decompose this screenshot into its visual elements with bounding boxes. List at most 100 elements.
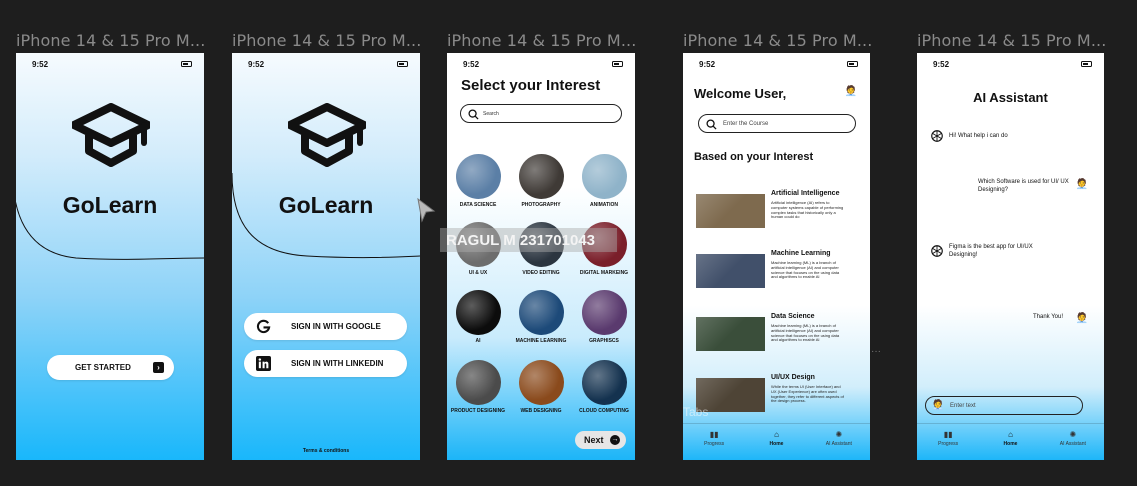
interest-thumbnail (455, 154, 501, 199)
tab-ai-assistant[interactable]: ✺ AI Assistant (814, 430, 864, 460)
assistant-screen-frame[interactable]: 9:52 AI Assistant Hi! What help i can do… (917, 53, 1104, 460)
course-description: Artificial intelligence (AI) refers to c… (771, 200, 844, 220)
arrow-right-icon: › (153, 362, 164, 373)
interest-label: PRODUCT DESIGNING (450, 408, 506, 414)
signin-screen-frame[interactable]: 9:52 GoLearn SIGN IN WITH GOOGLE SIGN IN… (232, 53, 420, 460)
course-card-ai[interactable]: Artificial Intelligence Artificial intel… (696, 190, 866, 238)
graduation-cap-icon (288, 103, 366, 167)
linkedin-icon (256, 356, 271, 371)
interest-screen-frame[interactable]: 9:52 Select your Interest Search DATA SC… (447, 53, 635, 460)
tab-label: Home (1003, 441, 1018, 447)
interest-thumbnail (581, 360, 627, 405)
bottom-tab-bar: ▮▮ Progress ⌂ Home ✺ AI Assistant (683, 423, 870, 460)
frame-title-2[interactable]: iPhone 14 & 15 Pro M... (232, 31, 421, 50)
ai-bot-icon (931, 245, 943, 257)
user-message: Thank You! (1033, 314, 1064, 320)
interest-item-product-designing[interactable]: PRODUCT DESIGNING (448, 360, 508, 415)
interest-label: DIGITAL MARKEING (579, 270, 629, 276)
tab-label: AI Assistant (825, 441, 852, 447)
frame-title-3[interactable]: iPhone 14 & 15 Pro M... (447, 31, 636, 50)
tab-label: Progress (704, 441, 725, 447)
search-placeholder: Search (483, 111, 499, 117)
battery-icon (612, 61, 623, 67)
bottom-tab-bar: ▮▮ Progress ⌂ Home ✺ AI Assistant (917, 423, 1104, 460)
frame-title-1[interactable]: iPhone 14 & 15 Pro M... (16, 31, 205, 50)
interest-thumbnail (518, 360, 564, 405)
page-title: AI Assistant (973, 90, 1048, 105)
course-title: Data Science (771, 313, 815, 320)
tab-label: Home (769, 441, 784, 447)
course-search-input[interactable]: Enter the Course (698, 114, 856, 133)
interest-item-ai[interactable]: AI (448, 290, 508, 345)
interest-item-graphics[interactable]: GRAPHISCS (574, 290, 634, 345)
course-title: Machine Learning (771, 250, 831, 257)
ai-bot-icon (931, 130, 943, 142)
tab-progress[interactable]: ▮▮ Progress (923, 430, 973, 460)
interest-thumbnail (518, 290, 564, 335)
course-card-uiux[interactable]: UI/UX Design While the terms UI (User In… (696, 374, 866, 422)
status-time: 9:52 (248, 60, 265, 69)
interest-label: PHOTOGRAPHY (521, 202, 561, 208)
splash-screen-frame[interactable]: 9:52 GoLearn GET STARTED › (16, 53, 204, 460)
course-thumbnail (696, 317, 765, 351)
next-label: Next (584, 435, 604, 445)
status-time: 9:52 (933, 60, 950, 69)
section-heading: Based on your Interest (694, 151, 814, 163)
user-avatar: 🧑‍💼 (1075, 179, 1089, 190)
course-thumbnail (696, 254, 765, 288)
tab-ai-assistant[interactable]: ✺ AI Assistant (1048, 430, 1098, 460)
tab-label: Progress (938, 441, 959, 447)
search-icon (706, 119, 717, 130)
frame-title-5[interactable]: iPhone 14 & 15 Pro M... (917, 31, 1106, 50)
bar-chart-icon: ▮▮ (943, 430, 953, 439)
interest-item-cloud-computing[interactable]: CLOUD COMPUTING (574, 360, 634, 415)
tab-progress[interactable]: ▮▮ Progress (689, 430, 739, 460)
ghost-text: Tabs (683, 405, 709, 419)
ai-icon: ✺ (1069, 430, 1077, 439)
search-placeholder: Enter the Course (723, 121, 769, 127)
interest-thumbnail (581, 290, 627, 335)
tab-home[interactable]: ⌂ Home (985, 430, 1035, 460)
terms-link[interactable]: Terms & conditions (232, 448, 420, 454)
chat-input[interactable]: 🧑‍💼 Enter text (925, 396, 1083, 415)
course-card-ml[interactable]: Machine Learning Machine learning (ML) i… (696, 250, 866, 298)
linkedin-signin-label: SIGN IN WITH LINKEDIN (291, 359, 384, 368)
course-title: Artificial Intelligence (771, 190, 840, 197)
next-button[interactable]: Next → (575, 431, 626, 449)
arrow-right-icon: → (610, 435, 620, 445)
interest-item-data-science[interactable]: DATA SCIENCE (448, 154, 508, 209)
graduation-cap-icon (72, 103, 150, 167)
interest-item-photography[interactable]: PHOTOGRAPHY (511, 154, 571, 209)
battery-icon (847, 61, 858, 67)
course-card-data-science[interactable]: Data Science Machine learning (ML) is a … (696, 313, 866, 361)
course-description: Machine learning (ML) is a branch of art… (771, 323, 840, 343)
bar-chart-icon: ▮▮ (709, 430, 719, 439)
interest-label: MACHINE LEARNING (515, 338, 567, 344)
search-icon (468, 109, 479, 120)
home-icon: ⌂ (774, 430, 779, 439)
status-time: 9:52 (699, 60, 716, 69)
collaborator-cursor-icon (417, 197, 436, 223)
get-started-button[interactable]: GET STARTED › (47, 355, 174, 380)
search-input[interactable]: Search (460, 104, 622, 123)
linkedin-signin-button[interactable]: SIGN IN WITH LINKEDIN (244, 350, 407, 377)
status-time: 9:52 (463, 60, 480, 69)
interest-item-animation[interactable]: ANIMATION (574, 154, 634, 209)
avatar[interactable]: 🧑‍💼 (844, 85, 858, 99)
ai-message: Hi! What help i can do (949, 133, 1008, 139)
interest-item-machine-learning[interactable]: MACHINE LEARNING (511, 290, 571, 345)
tab-home[interactable]: ⌂ Home (751, 430, 801, 460)
home-icon: ⌂ (1008, 430, 1013, 439)
interest-label: ANIMATION (590, 202, 618, 208)
interest-item-web-designing[interactable]: WEB DESIGNING (511, 360, 571, 415)
home-screen-frame[interactable]: 9:52 Welcome User, 🧑‍💼 Enter the Course … (683, 53, 870, 460)
frame-title-4[interactable]: iPhone 14 & 15 Pro M... (683, 31, 872, 50)
collaborator-name-tag: RAGUL M 231701043 (440, 228, 617, 252)
course-description: While the terms UI (User Interface) and … (771, 384, 844, 404)
user-avatar: 🧑‍💼 (931, 400, 945, 411)
battery-icon (1081, 61, 1092, 67)
google-icon (256, 319, 271, 334)
ai-message: Figma is the best app for UI/UX Designin… (949, 244, 1033, 258)
battery-icon (181, 61, 192, 67)
google-signin-button[interactable]: SIGN IN WITH GOOGLE (244, 313, 407, 340)
